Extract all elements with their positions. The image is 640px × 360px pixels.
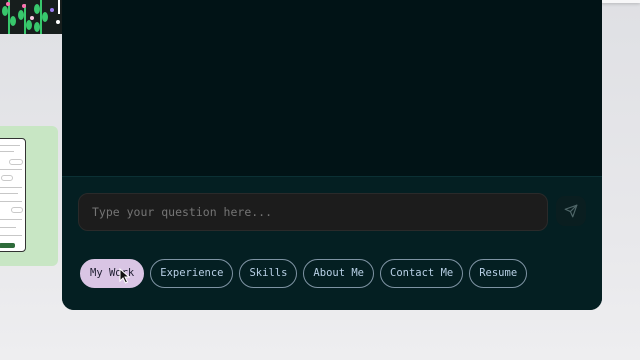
mouse-cursor-icon: [119, 268, 131, 284]
project-preview-card[interactable]: [0, 126, 58, 266]
chat-input-bar: My Work Experience Skills About Me Conta…: [62, 176, 602, 310]
paper-plane-icon: [564, 204, 578, 218]
send-button[interactable]: [556, 196, 586, 226]
chip-contact-me[interactable]: Contact Me: [380, 259, 464, 288]
quick-reply-chips: My Work Experience Skills About Me Conta…: [80, 259, 528, 288]
background-card: [600, 0, 640, 3]
question-input[interactable]: [78, 193, 548, 231]
chip-about-me[interactable]: About Me: [303, 259, 374, 288]
chip-resume[interactable]: Resume: [469, 259, 528, 288]
background-botanical-illustration: [0, 0, 64, 34]
chip-skills[interactable]: Skills: [239, 259, 298, 288]
chip-experience[interactable]: Experience: [150, 259, 234, 288]
chip-my-work[interactable]: My Work: [80, 259, 145, 288]
chat-panel: My Work Experience Skills About Me Conta…: [62, 0, 602, 310]
chat-messages-area: [62, 0, 602, 176]
phone-mockup-image: [0, 138, 26, 252]
